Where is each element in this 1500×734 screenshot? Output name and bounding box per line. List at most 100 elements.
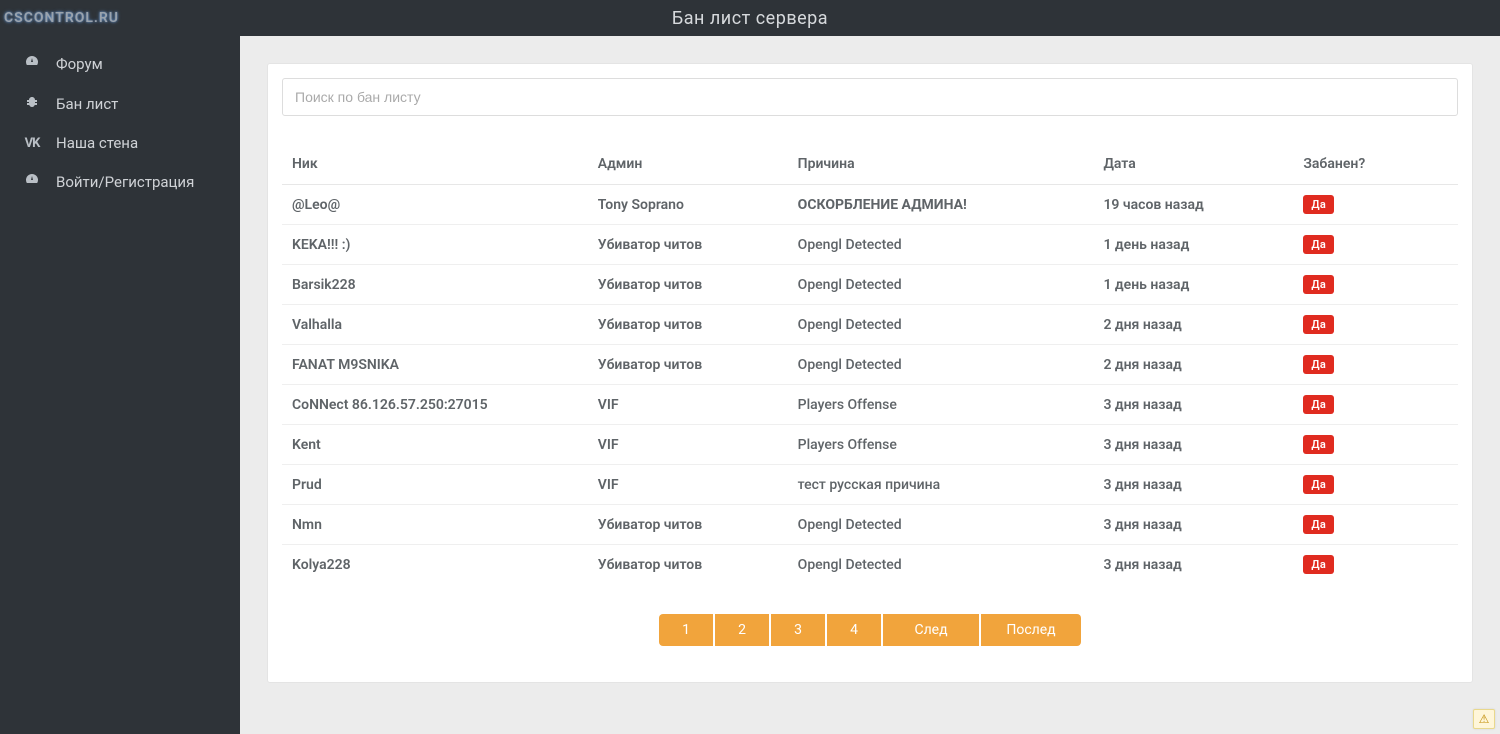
table-cell: 2 дня назад bbox=[1093, 305, 1293, 345]
table-row[interactable]: KentVIFPlayers Offense3 дня назад Да bbox=[282, 425, 1458, 465]
ban-table: Ник Админ Причина Дата Забанен? @Leo@Ton… bbox=[282, 144, 1458, 584]
table-cell: Убиватор читов bbox=[588, 505, 788, 545]
table-cell: Opengl Detected bbox=[788, 345, 1094, 385]
table-cell-banned: Да bbox=[1293, 265, 1458, 305]
warning-icon: ⚠ bbox=[1479, 712, 1490, 726]
col-banned: Забанен? bbox=[1293, 144, 1458, 185]
sidebar-item-label: Форум bbox=[56, 55, 103, 73]
page-4[interactable]: 4 bbox=[827, 614, 881, 646]
col-nick: Ник bbox=[282, 144, 588, 185]
main-content: Ник Админ Причина Дата Забанен? @Leo@Ton… bbox=[240, 36, 1500, 734]
table-row[interactable]: Barsik228Убиватор читовOpengl Detected1 … bbox=[282, 265, 1458, 305]
table-cell: KEKA!!! :) bbox=[282, 225, 588, 265]
table-row[interactable]: Kolya228Убиватор читовOpengl Detected3 д… bbox=[282, 545, 1458, 585]
table-cell: 3 дня назад bbox=[1093, 465, 1293, 505]
status-badge: Да bbox=[1303, 235, 1334, 254]
table-row[interactable]: KEKA!!! :)Убиватор читовOpengl Detected1… bbox=[282, 225, 1458, 265]
sidebar-item-wall[interactable]: VK Наша стена bbox=[0, 124, 240, 162]
table-cell-banned: Да bbox=[1293, 425, 1458, 465]
table-cell: @Leo@ bbox=[282, 185, 588, 225]
watermark-text: CSCONTROL.RU bbox=[4, 10, 119, 26]
table-cell-banned: Да bbox=[1293, 225, 1458, 265]
table-cell-banned: Да bbox=[1293, 185, 1458, 225]
table-cell: VIF bbox=[588, 465, 788, 505]
table-row[interactable]: ValhallaУбиватор читовOpengl Detected2 д… bbox=[282, 305, 1458, 345]
page-title: Бан лист сервера bbox=[672, 8, 828, 29]
bug-icon bbox=[22, 94, 42, 114]
table-cell: Opengl Detected bbox=[788, 545, 1094, 585]
table-cell: Kent bbox=[282, 425, 588, 465]
sidebar-item-label: Войти/Регистрация bbox=[56, 173, 194, 191]
col-reason: Причина bbox=[788, 144, 1094, 185]
table-cell: Убиватор читов bbox=[588, 345, 788, 385]
table-cell: Убиватор читов bbox=[588, 545, 788, 585]
status-badge: Да bbox=[1303, 395, 1334, 414]
status-badge: Да bbox=[1303, 195, 1334, 214]
ban-list-panel: Ник Админ Причина Дата Забанен? @Leo@Ton… bbox=[268, 64, 1472, 682]
table-cell: Nmn bbox=[282, 505, 588, 545]
page-2[interactable]: 2 bbox=[715, 614, 769, 646]
sidebar-item-forum[interactable]: Форум bbox=[0, 44, 240, 84]
table-cell: 3 дня назад bbox=[1093, 545, 1293, 585]
table-cell: 1 день назад bbox=[1093, 265, 1293, 305]
table-cell-banned: Да bbox=[1293, 545, 1458, 585]
table-cell: Tony Soprano bbox=[588, 185, 788, 225]
table-cell: Opengl Detected bbox=[788, 305, 1094, 345]
status-badge: Да bbox=[1303, 355, 1334, 374]
status-badge: Да bbox=[1303, 475, 1334, 494]
table-cell-banned: Да bbox=[1293, 465, 1458, 505]
col-admin: Админ bbox=[588, 144, 788, 185]
status-badge: Да bbox=[1303, 315, 1334, 334]
table-row[interactable]: @Leo@Tony SopranoОСКОРБЛЕНИЕ АДМИНА!19 ч… bbox=[282, 185, 1458, 225]
table-cell: FANAT M9SNIKA bbox=[282, 345, 588, 385]
table-cell-banned: Да bbox=[1293, 345, 1458, 385]
table-row[interactable]: PrudVIFтест русская причина3 дня назад Да bbox=[282, 465, 1458, 505]
table-cell: тест русская причина bbox=[788, 465, 1094, 505]
table-cell: ОСКОРБЛЕНИЕ АДМИНА! bbox=[788, 185, 1094, 225]
table-header-row: Ник Админ Причина Дата Забанен? bbox=[282, 144, 1458, 185]
sidebar: Форум Бан лист VK Наша стена Войти/Регис… bbox=[0, 36, 240, 734]
table-row[interactable]: CoNNect 86.126.57.250:27015VIFPlayers Of… bbox=[282, 385, 1458, 425]
table-cell-banned: Да bbox=[1293, 305, 1458, 345]
vk-icon: VK bbox=[22, 136, 42, 151]
page-1[interactable]: 1 bbox=[659, 614, 713, 646]
table-cell: Players Offense bbox=[788, 425, 1094, 465]
sidebar-item-banlist[interactable]: Бан лист bbox=[0, 84, 240, 124]
table-cell: 2 дня назад bbox=[1093, 345, 1293, 385]
page-body: Форум Бан лист VK Наша стена Войти/Регис… bbox=[0, 36, 1500, 734]
table-cell-banned: Да bbox=[1293, 505, 1458, 545]
table-row[interactable]: FANAT M9SNIKAУбиватор читовOpengl Detect… bbox=[282, 345, 1458, 385]
warning-corner-icon[interactable]: ⚠ bbox=[1473, 709, 1495, 729]
table-cell: Убиватор читов bbox=[588, 265, 788, 305]
col-date: Дата bbox=[1093, 144, 1293, 185]
table-row[interactable]: NmnУбиватор читовOpengl Detected3 дня на… bbox=[282, 505, 1458, 545]
table-cell: Opengl Detected bbox=[788, 265, 1094, 305]
table-cell: Players Offense bbox=[788, 385, 1094, 425]
sidebar-item-login[interactable]: Войти/Регистрация bbox=[0, 162, 240, 202]
table-cell: 1 день назад bbox=[1093, 225, 1293, 265]
pagination: 1 2 3 4 След Послед bbox=[282, 614, 1458, 646]
page-next[interactable]: След bbox=[883, 614, 979, 646]
status-badge: Да bbox=[1303, 435, 1334, 454]
table-cell: Opengl Detected bbox=[788, 225, 1094, 265]
table-cell: Valhalla bbox=[282, 305, 588, 345]
page-3[interactable]: 3 bbox=[771, 614, 825, 646]
top-bar: CSCONTROL.RU Бан лист сервера bbox=[0, 0, 1500, 36]
page-last[interactable]: Послед bbox=[981, 614, 1081, 646]
dashboard-icon bbox=[22, 54, 42, 74]
status-badge: Да bbox=[1303, 555, 1334, 574]
table-cell: Barsik228 bbox=[282, 265, 588, 305]
search-input[interactable] bbox=[282, 78, 1458, 116]
table-cell: VIF bbox=[588, 425, 788, 465]
sidebar-item-label: Бан лист bbox=[56, 95, 118, 113]
dashboard-icon bbox=[22, 172, 42, 192]
table-cell-banned: Да bbox=[1293, 385, 1458, 425]
table-cell: CoNNect 86.126.57.250:27015 bbox=[282, 385, 588, 425]
table-cell: Opengl Detected bbox=[788, 505, 1094, 545]
table-cell: 3 дня назад bbox=[1093, 425, 1293, 465]
status-badge: Да bbox=[1303, 515, 1334, 534]
table-cell: Убиватор читов bbox=[588, 225, 788, 265]
table-cell: Prud bbox=[282, 465, 588, 505]
table-cell: 3 дня назад bbox=[1093, 385, 1293, 425]
table-cell: VIF bbox=[588, 385, 788, 425]
